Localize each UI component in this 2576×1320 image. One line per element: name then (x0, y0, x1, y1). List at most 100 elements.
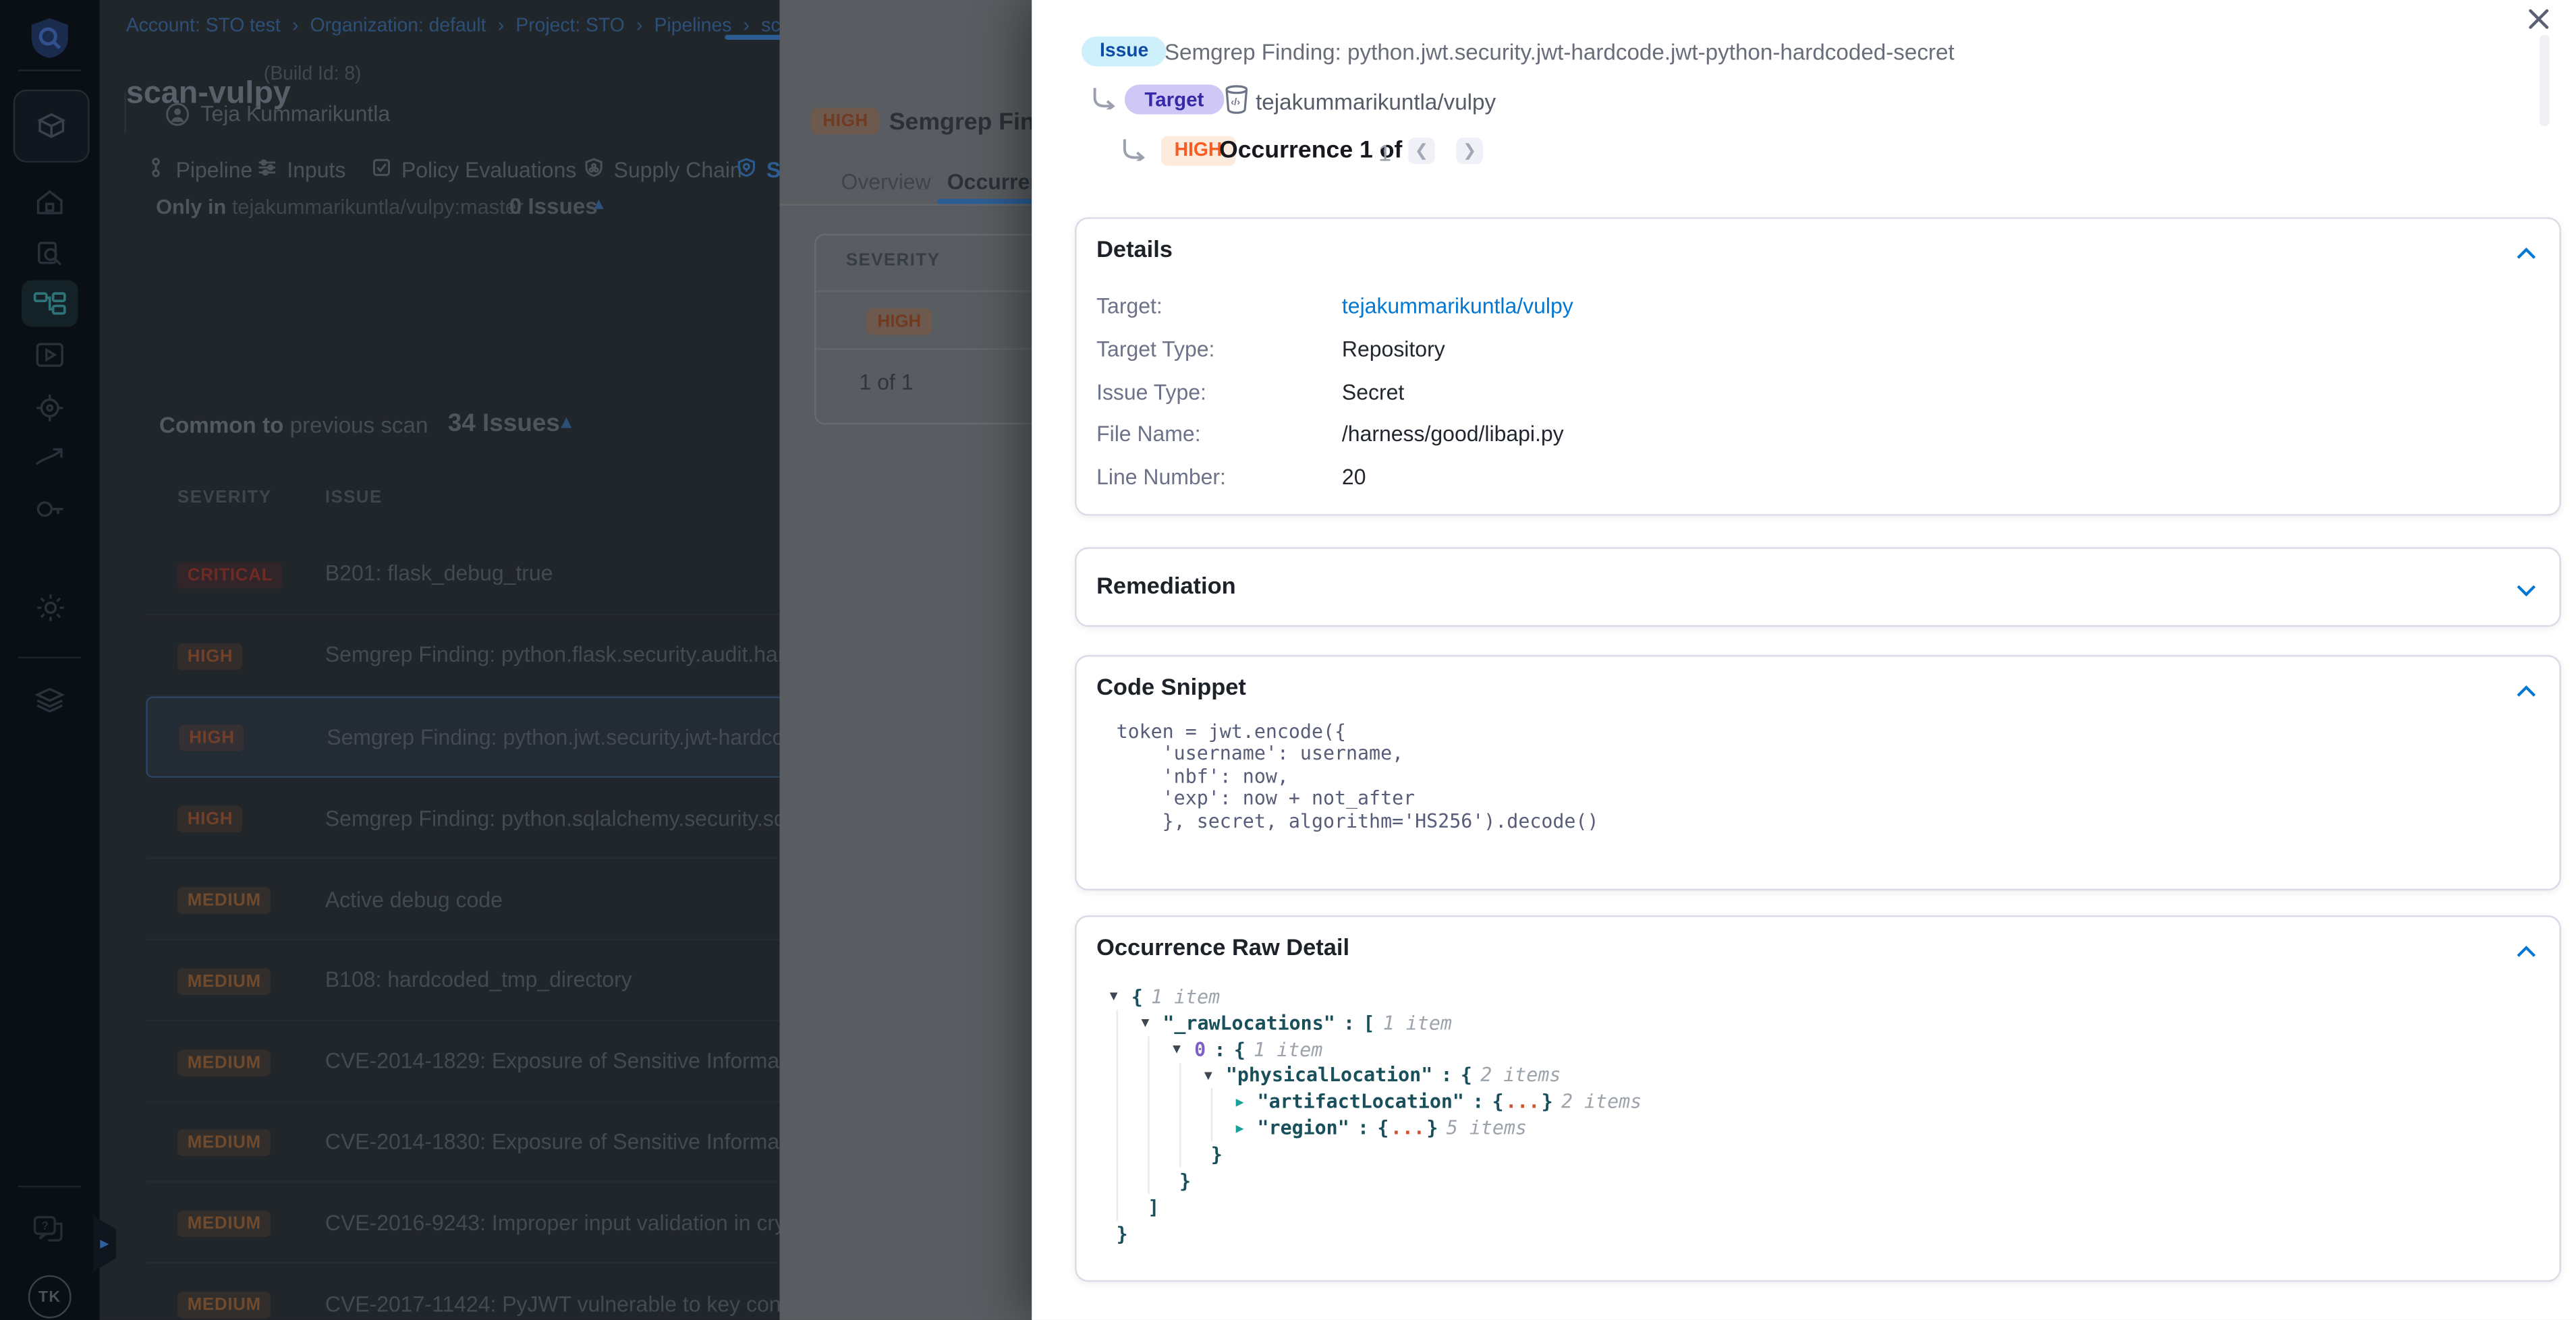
detail-value: Repository (1342, 337, 1445, 362)
issue-title: CVE-2016-9243: Improper input validation… (325, 1210, 859, 1235)
templates-layers-icon[interactable] (0, 687, 100, 713)
chevron-up-icon[interactable] (2517, 239, 2537, 268)
occurrence-severity-badge[interactable]: HIGH (866, 308, 932, 335)
only-in-section-header[interactable]: Only in tejakummarikuntla/vulpy:master 0… (156, 196, 524, 219)
getting-started-icon[interactable] (0, 446, 100, 469)
chevron-up-icon[interactable]: ▲ (557, 413, 576, 433)
json-ellipsis: ... (1391, 1116, 1425, 1139)
json-tree-line[interactable]: } (1100, 1168, 1650, 1194)
json-tree-line[interactable]: ▼"_rawLocations":[1 item (1100, 1010, 1650, 1036)
expand-arrow-icon[interactable]: ▶ (1236, 1120, 1258, 1135)
scrollbar-thumb[interactable] (2540, 35, 2550, 126)
chevron-up-icon[interactable]: ▲ (590, 196, 607, 214)
supply-chain-icon (584, 158, 604, 183)
breadcrumb-item[interactable]: Account: STO test (126, 17, 281, 37)
settings-gear-icon[interactable] (0, 592, 100, 624)
json-count: 5 items (1447, 1116, 1527, 1139)
home-icon[interactable] (0, 188, 100, 217)
svg-text:?: ? (41, 1219, 48, 1232)
severity-cell: MEDIUM (146, 1126, 325, 1156)
detail-label: File Name: (1096, 422, 1342, 447)
severity-cell: MEDIUM (146, 1288, 325, 1318)
chevron-up-icon[interactable] (2517, 937, 2537, 967)
hook-arrow-icon (1092, 88, 1117, 109)
detail-value: 20 (1342, 465, 1366, 490)
pipelines-icon[interactable] (0, 290, 100, 316)
target-name[interactable]: tejakummarikuntla/vulpy (1256, 90, 1496, 115)
json-tree-line[interactable]: ▼{1 item (1100, 983, 1650, 1010)
occurrences-table-card: SEVERITY HIGH 1 of 1 (814, 234, 1032, 425)
remediation-card: Remediation (1075, 547, 2561, 627)
json-punct: } (1211, 1143, 1223, 1166)
module-selector-button[interactable] (13, 90, 90, 163)
expand-arrow-icon[interactable]: ▶ (1236, 1094, 1258, 1109)
collapse-arrow-icon[interactable]: ▼ (1204, 1068, 1226, 1083)
collapse-arrow-icon[interactable]: ▼ (1110, 989, 1131, 1004)
tab-s[interactable]: S (737, 158, 781, 183)
collapse-arrow-icon[interactable]: ▼ (1173, 1041, 1194, 1056)
chevron-up-icon[interactable] (2517, 677, 2537, 706)
help-chat-icon[interactable]: ? (0, 1214, 100, 1247)
severity-badge: HIGH (179, 726, 245, 752)
breadcrumb-item[interactable]: Organization: default (310, 17, 486, 37)
json-tree-line[interactable]: ▶"artifactLocation":{...}2 items (1100, 1089, 1650, 1115)
tab-supply-chain[interactable]: Supply Chain (584, 158, 741, 183)
json-tree-line[interactable]: ] (1100, 1194, 1650, 1220)
targets-crosshair-icon[interactable] (0, 393, 100, 423)
close-icon[interactable] (2525, 5, 2551, 31)
severity-badge: HIGH (177, 807, 243, 833)
tab-label: Inputs (287, 158, 345, 183)
scans-search-icon[interactable] (0, 239, 100, 268)
prev-occurrence-button[interactable]: ❮ (1408, 138, 1434, 164)
json-punct: { (1377, 1116, 1389, 1139)
severity-cell: HIGH (148, 722, 327, 752)
detail-value[interactable]: tejakummarikuntla/vulpy (1342, 294, 1573, 319)
tab-overview[interactable]: Overview (841, 169, 930, 194)
breadcrumb-separator: › (744, 17, 750, 37)
tab-occurrences[interactable]: Occurrenc (947, 169, 1032, 194)
module-cube-icon (35, 109, 68, 142)
build-id-label: (Build Id: 8) (264, 65, 362, 85)
common-section-header[interactable]: Common to previous scan 34 Issues ▲ (159, 413, 428, 438)
expand-arrow-icon: ▶ (100, 1237, 109, 1251)
token-key-icon[interactable] (0, 498, 100, 521)
user-avatar[interactable]: TK (28, 1275, 72, 1319)
json-tree-line[interactable]: ▼0:{1 item (1100, 1036, 1650, 1062)
json-count: 1 item (1151, 985, 1220, 1008)
json-tree-line[interactable]: ▶"region":{...}5 items (1100, 1115, 1650, 1141)
chevron-down-icon[interactable] (2517, 575, 2537, 605)
json-tree-line[interactable]: } (1100, 1219, 1650, 1246)
breadcrumb-item[interactable]: Project: STO (515, 17, 624, 37)
sto-logo-icon[interactable] (0, 17, 100, 60)
json-key: "_rawLocations" (1163, 1011, 1335, 1034)
details-card: Details Target:tejakummarikuntla/vulpyTa… (1075, 217, 2561, 516)
json-punct: [ (1363, 1011, 1374, 1034)
collapse-arrow-icon[interactable]: ▼ (1141, 1015, 1163, 1030)
json-punct: } (1426, 1116, 1438, 1139)
breadcrumb-separator: › (636, 17, 642, 37)
tab-pipeline[interactable]: Pipeline (146, 158, 252, 183)
code-snippet: token = jwt.encode({ 'username': usernam… (1117, 721, 1599, 832)
finding-title: Semgrep Finding: python.jwt.security.jwt… (1165, 40, 1955, 65)
executions-play-icon[interactable] (0, 341, 100, 368)
detail-row: Line Number:20 (1096, 455, 2540, 498)
json-punct: : (1343, 1011, 1355, 1034)
severity-badge: MEDIUM (177, 1130, 271, 1156)
json-punct: : (1472, 1090, 1484, 1113)
code-snippet-card: Code Snippet token = jwt.encode({ 'usern… (1075, 655, 2561, 890)
next-occurrence-button[interactable]: ❯ (1457, 138, 1483, 164)
tab-policy-evaluations[interactable]: Policy Evaluations (372, 158, 577, 183)
json-punct: : (1214, 1037, 1225, 1060)
breadcrumb-item[interactable]: Pipelines (654, 17, 732, 37)
divider (816, 290, 1032, 291)
json-tree-line[interactable]: ▼"physicalLocation":{2 items (1100, 1062, 1650, 1089)
issue-severity-badge: HIGH (811, 108, 880, 134)
breadcrumb[interactable]: Account: STO test › Organization: default ›… (126, 17, 853, 37)
json-tree-line[interactable]: } (1100, 1141, 1650, 1168)
severity-badge: MEDIUM (177, 1211, 271, 1237)
issue-title: B201: flask_debug_true (325, 561, 553, 586)
user-icon (166, 102, 189, 125)
severity-badge: CRITICAL (177, 562, 283, 588)
tab-inputs[interactable]: Inputs (257, 158, 345, 183)
detail-label: Target: (1096, 294, 1342, 319)
